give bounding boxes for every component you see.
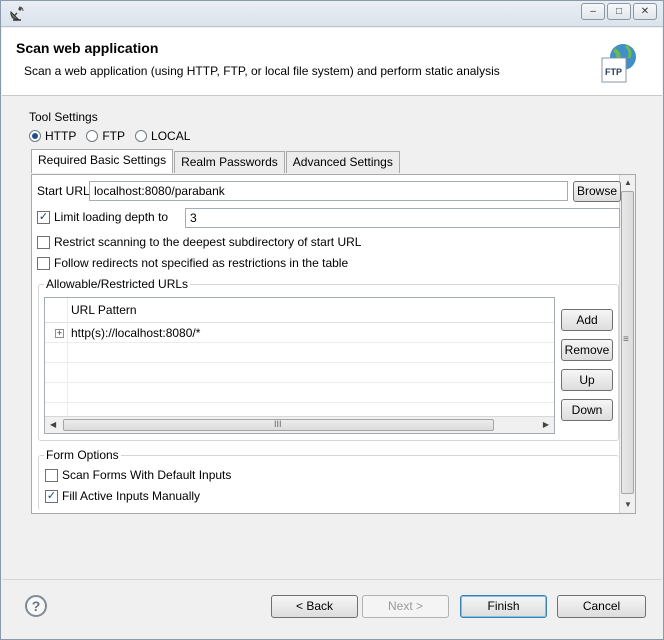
radio-indicator [29,130,41,142]
fill-active-inputs-checkbox[interactable]: ✓ [45,490,58,504]
help-icon[interactable]: ? [25,595,47,617]
allowable-urls-label: Allowable/Restricted URLs [44,277,191,291]
scroll-thumb[interactable]: III [63,419,494,431]
close-button[interactable]: ✕ [633,3,657,20]
url-pattern-cell: http(s)://localhost:8080/* [71,326,201,340]
cancel-button[interactable]: Cancel [557,595,646,618]
limit-depth-option[interactable]: ✓ Limit loading depth to [37,210,169,225]
url-pattern-table: URL Pattern + http(s)://localhost:8080/*… [44,297,555,434]
limit-depth-input[interactable]: 3 [185,208,620,228]
remove-button[interactable]: Remove [561,339,613,361]
expand-icon[interactable]: + [55,329,64,338]
table-row-empty [45,363,554,383]
radio-indicator [135,130,148,142]
follow-redirects-label: Follow redirects not specified as restri… [54,256,349,270]
scroll-down-arrow-icon[interactable]: ▼ [620,497,636,513]
radio-indicator [86,130,99,142]
browse-button[interactable]: Browse [573,181,621,202]
limit-depth-label: Limit loading depth to [54,210,169,224]
vscroll-grip-icon: ≡ [623,334,629,345]
scan-default-inputs-label: Scan Forms With Default Inputs [62,468,232,482]
limit-depth-checkbox[interactable]: ✓ [37,211,50,225]
restrict-scanning-checkbox[interactable] [37,236,50,250]
start-url-label: Start URL [37,184,90,198]
radio-http[interactable]: HTTP [29,129,76,143]
scroll-left-arrow-icon[interactable]: ◀ [50,420,56,429]
ftp-globe-icon: FTP [601,44,636,83]
page-title: Scan web application [16,40,159,56]
restrict-scanning-label: Restrict scanning to the deepest subdire… [54,235,362,249]
satellite-dish-icon [10,6,24,21]
follow-redirects-option[interactable]: Follow redirects not specified as restri… [37,256,349,271]
scan-default-inputs-checkbox[interactable] [45,469,58,483]
settings-tabs: Required Basic Settings Realm Passwords … [31,149,401,173]
radio-label: HTTP [45,129,77,143]
radio-label: LOCAL [151,129,191,143]
up-button[interactable]: Up [561,369,613,391]
maximize-button[interactable]: □ [607,3,631,20]
title-bar: ‒ □ ✕ [1,1,663,27]
tool-settings-label: Tool Settings [29,110,98,124]
fill-active-inputs-label: Fill Active Inputs Manually [62,489,201,503]
table-row-empty [45,343,554,363]
tab-required-basic-settings[interactable]: Required Basic Settings [31,149,174,173]
tab-advanced-settings[interactable]: Advanced Settings [285,151,400,173]
start-url-input[interactable]: localhost:8080/parabank [89,181,568,201]
footer-separator [2,579,662,580]
logo-text: FTP [605,67,622,77]
protocol-radio-group: HTTP FTP LOCAL [29,129,200,143]
wizard-header: Scan web application Scan a web applicat… [2,28,662,96]
table-row-empty [45,383,554,403]
scroll-right-arrow-icon[interactable]: ▶ [543,420,549,429]
finish-button[interactable]: Finish [460,595,547,618]
minimize-button[interactable]: ‒ [581,3,605,20]
page-description: Scan a web application (using HTTP, FTP,… [24,64,500,78]
wizard-window: ‒ □ ✕ Scan web application Scan a web ap… [0,0,664,640]
radio-label: FTP [102,129,126,143]
scroll-up-arrow-icon[interactable]: ▲ [620,175,636,191]
scroll-grip-icon: III [274,419,282,429]
radio-ftp[interactable]: FTP [86,129,125,143]
tab-realm-passwords[interactable]: Realm Passwords [174,151,285,173]
restrict-scanning-option[interactable]: Restrict scanning to the deepest subdire… [37,235,362,250]
table-row[interactable]: + http(s)://localhost:8080/* [45,323,554,343]
fill-active-inputs-option[interactable]: ✓ Fill Active Inputs Manually [45,489,201,504]
radio-local[interactable]: LOCAL [135,129,190,143]
follow-redirects-checkbox[interactable] [37,257,50,271]
table-horizontal-scrollbar[interactable]: ◀ III ▶ [45,416,554,433]
table-header-url-pattern[interactable]: URL Pattern [45,298,554,323]
next-button[interactable]: Next > [362,595,449,618]
form-options-label: Form Options [44,448,121,462]
add-button[interactable]: Add [561,309,613,331]
down-button[interactable]: Down [561,399,613,421]
back-button[interactable]: < Back [271,595,358,618]
scan-default-inputs-option[interactable]: Scan Forms With Default Inputs [45,468,232,483]
